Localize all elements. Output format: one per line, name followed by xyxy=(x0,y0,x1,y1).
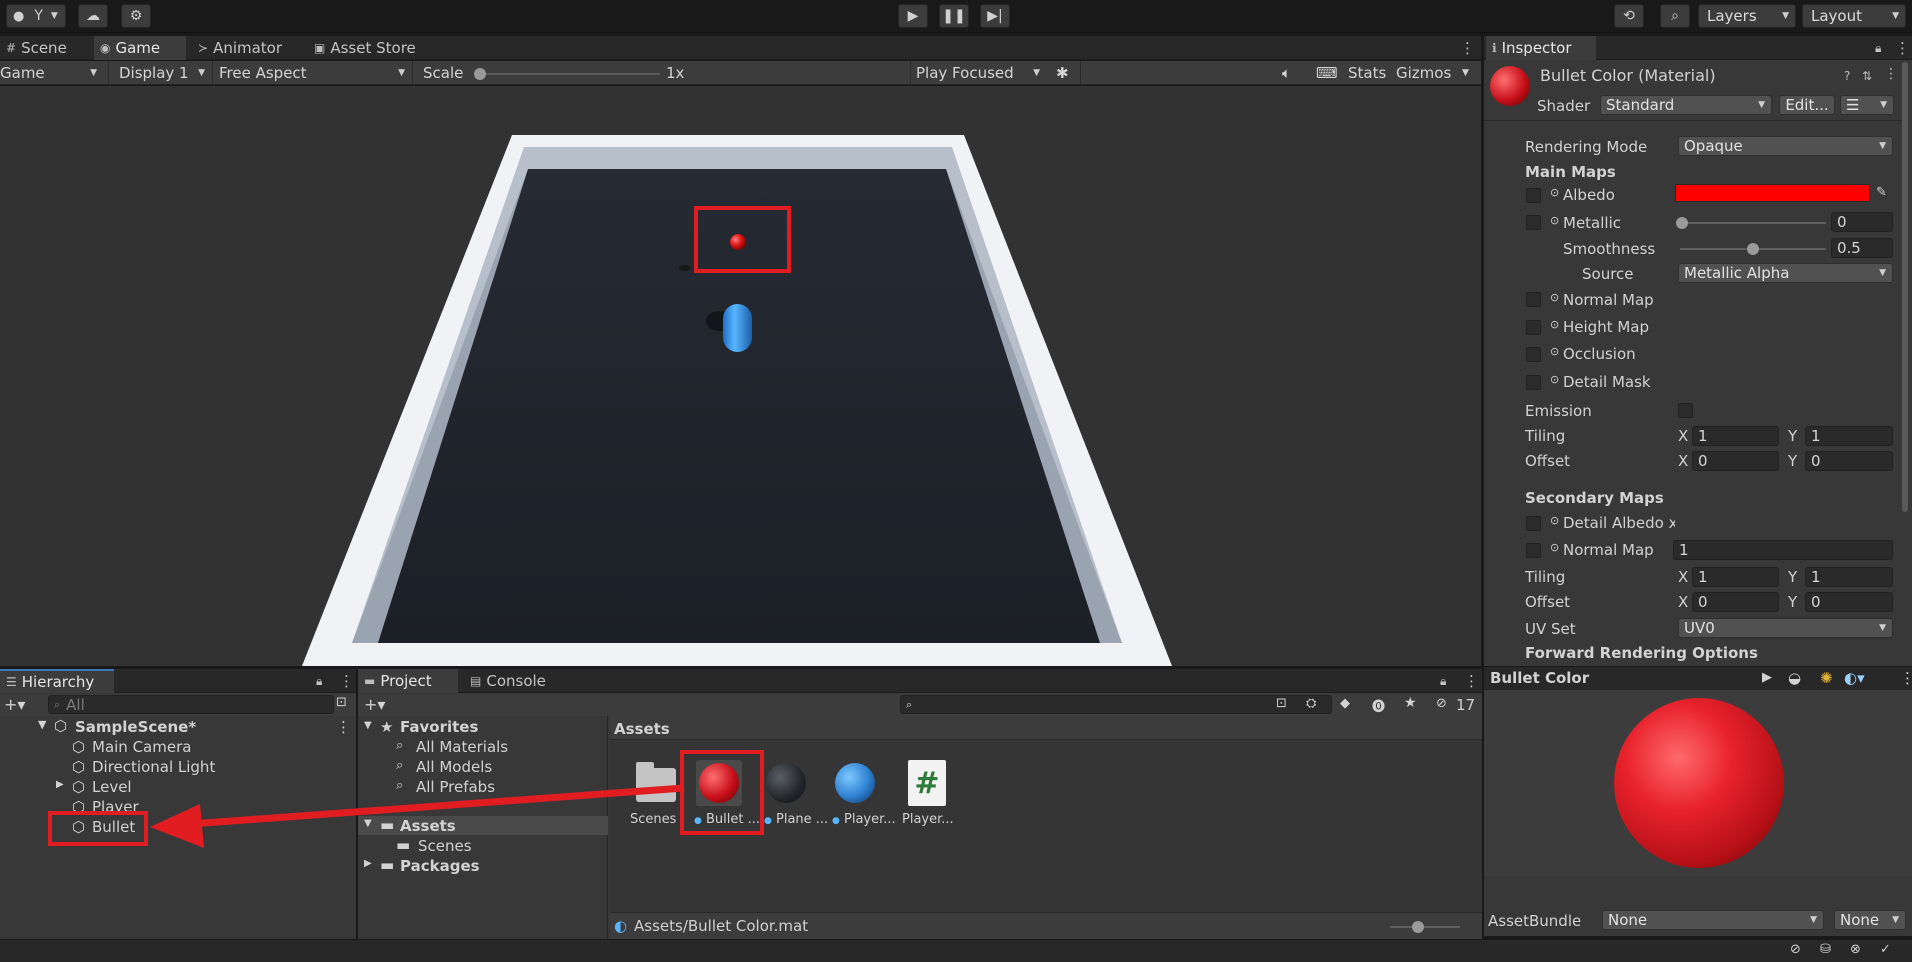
debug-off-icon[interactable]: ⊘ xyxy=(1790,942,1801,957)
progress-icon[interactable]: ⊗ xyxy=(1850,942,1861,957)
cache-icon[interactable]: ⛁ xyxy=(1820,942,1831,957)
annotation-arrow xyxy=(150,784,685,848)
editor-status-bar: ⊘ ⛁ ⊗ ✓ xyxy=(0,939,1912,962)
status-check-icon[interactable]: ✓ xyxy=(1880,942,1891,957)
